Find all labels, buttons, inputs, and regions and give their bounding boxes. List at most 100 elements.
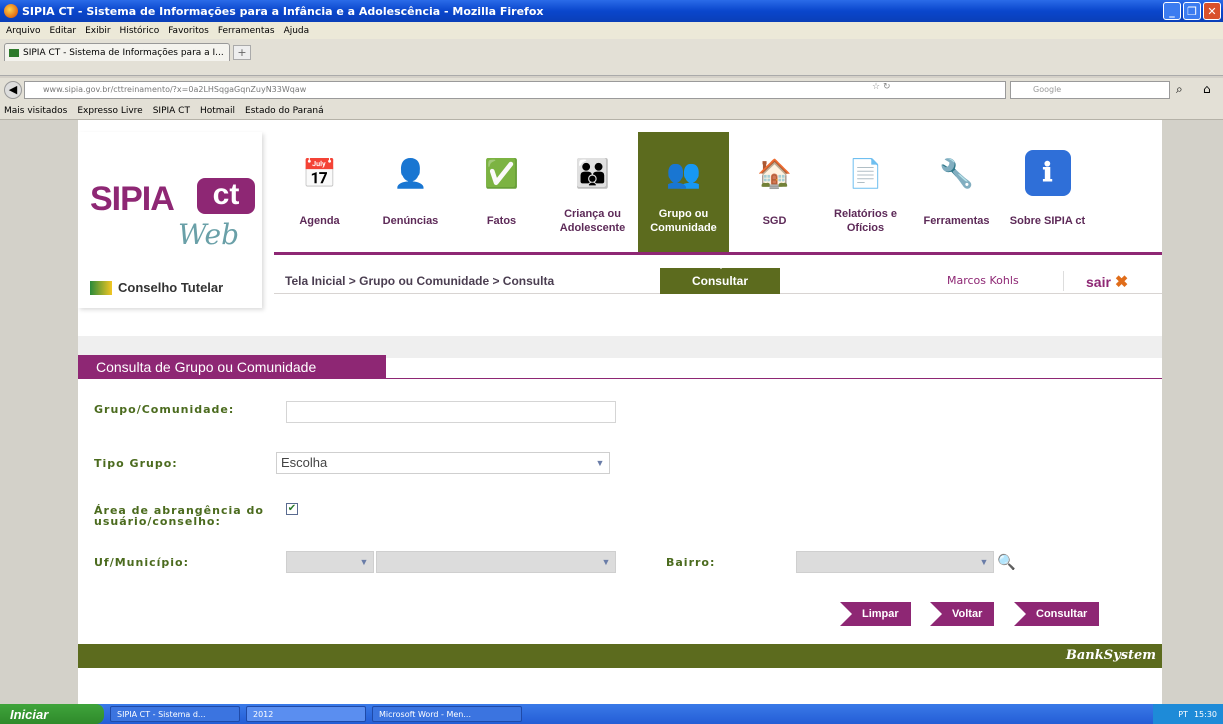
grupo-comunidade-input[interactable] <box>286 401 616 423</box>
menu-ajuda[interactable]: Ajuda <box>284 26 310 36</box>
bookmark-sipia-ct[interactable]: SIPIA CT <box>153 106 190 116</box>
bookmark-expresso-livre[interactable]: Expresso Livre <box>77 106 142 116</box>
voltar-button[interactable]: Voltar <box>930 602 995 626</box>
bookmark-estado-parana[interactable]: Estado do Paraná <box>245 106 324 116</box>
search-field[interactable]: Google <box>1010 81 1170 99</box>
person-desk-icon: 👤 <box>393 157 428 189</box>
menu-editar[interactable]: Editar <box>49 26 76 36</box>
navigation-bar: ◀ www.sipia.gov.br/cttreinamento/?x=0a2L… <box>0 78 1223 102</box>
chevron-down-icon: ▼ <box>601 557 611 567</box>
arrow-right-icon <box>840 602 852 626</box>
logo-sipia: SIPIA <box>90 180 175 218</box>
bookmark-star-icon[interactable]: ☆ <box>872 82 880 92</box>
tipo-grupo-label: Tipo Grupo: <box>94 457 178 470</box>
menu-ferramentas[interactable]: 🔧 Ferramentas <box>911 132 1002 254</box>
menu-historico[interactable]: Histórico <box>120 26 160 36</box>
menu-ferramentas[interactable]: Ferramentas <box>218 26 275 36</box>
menu-denuncias[interactable]: 👤 Denúncias <box>365 132 456 254</box>
menu-grupo-comunidade[interactable]: 👥 Grupo ou Comunidade <box>638 132 729 254</box>
clock: 15:30 <box>1193 709 1217 719</box>
bairro-select[interactable]: ▼ <box>796 551 994 573</box>
menu-sobre[interactable]: ℹ Sobre SIPIA ct <box>1002 132 1093 254</box>
tipo-grupo-value: Escolha <box>281 455 328 470</box>
maximize-button[interactable]: ❐ <box>1183 2 1201 20</box>
taskbar-item-folder[interactable]: 2012 <box>246 706 366 722</box>
menu-agenda[interactable]: 📅 Agenda <box>274 132 365 254</box>
footer-brand: BankSystem <box>1065 648 1156 663</box>
area-label-line2: usuário/conselho: <box>94 515 221 528</box>
taskbar-item-word[interactable]: Microsoft Word - Men... <box>372 706 522 722</box>
arrow-right-icon <box>1014 602 1026 626</box>
info-icon: ℹ <box>1024 150 1071 196</box>
logout-label: sair <box>1086 274 1111 290</box>
logo-ct: ct <box>197 178 255 214</box>
menu-label: Relatórios e Ofícios <box>834 208 897 234</box>
chevron-down-icon: ▼ <box>595 458 605 468</box>
url-bar[interactable]: www.sipia.gov.br/cttreinamento/?x=0a2LHS… <box>24 81 1006 99</box>
search-magnifier-icon[interactable]: ⌕ <box>1176 82 1183 97</box>
house-icon: 🏠 <box>757 157 792 189</box>
breadcrumb-bar: Tela Inicial > Grupo ou Comunidade > Con… <box>274 262 1162 294</box>
menu-label: Fatos <box>486 215 517 227</box>
logout-button[interactable]: sair ✖ <box>1086 272 1128 292</box>
browser-tab[interactable]: SIPIA CT - Sistema de Informações para a… <box>4 43 230 61</box>
start-button[interactable]: Iniciar <box>0 704 104 724</box>
close-button[interactable]: ✕ <box>1203 2 1221 20</box>
menu-sgd[interactable]: 🏠 SGD <box>729 132 820 254</box>
menu-favoritos[interactable]: Favoritos <box>168 26 209 36</box>
tab-title: SIPIA CT - Sistema de Informações para a… <box>23 47 224 58</box>
window-titlebar: SIPIA CT - Sistema de Informações para a… <box>0 0 1223 22</box>
menu-label: Agenda <box>299 215 340 227</box>
tab-consultar[interactable]: Consultar <box>660 262 780 294</box>
conselho-tutelar-label: Conselho Tutelar <box>90 280 223 295</box>
limpar-button[interactable]: Limpar <box>840 602 911 626</box>
chevron-down-icon: ▼ <box>979 557 989 567</box>
bookmark-hotmail[interactable]: Hotmail <box>200 106 235 116</box>
search-magnifier-icon[interactable]: 🔍 <box>997 553 1016 571</box>
uf-select[interactable]: ▼ <box>286 551 374 573</box>
breadcrumb[interactable]: Tela Inicial > Grupo ou Comunidade > Con… <box>285 274 554 288</box>
menu-fatos[interactable]: ✅ Fatos <box>456 132 547 254</box>
tipo-grupo-select[interactable]: Escolha ▼ <box>276 452 610 474</box>
firefox-icon <box>4 4 18 18</box>
url-bar-icons: ☆ ↻ <box>872 82 891 92</box>
municipio-select[interactable]: ▼ <box>376 551 616 573</box>
menu-label: Sobre SIPIA ct <box>1009 215 1086 227</box>
menu-exibir[interactable]: Exibir <box>85 26 110 36</box>
sipia-page: SIPIA ct Web Conselho Tutelar 📅 Agenda 👤… <box>78 120 1162 704</box>
reload-icon[interactable]: ↻ <box>883 82 891 92</box>
language-indicator[interactable]: PT <box>1178 710 1188 719</box>
home-icon[interactable]: ⌂ <box>1203 82 1211 96</box>
minimize-button[interactable]: _ <box>1163 2 1181 20</box>
divider <box>1063 271 1064 291</box>
back-button[interactable]: ◀ <box>4 81 22 99</box>
menu-relatorios[interactable]: 📄 Relatórios e Ofícios <box>820 132 911 254</box>
sipia-favicon-icon <box>9 48 19 57</box>
new-tab-button[interactable]: + <box>233 45 251 60</box>
menu-crianca-adolescente[interactable]: 👪 Criança ou Adolescente <box>547 132 638 254</box>
bookmark-mais-visitados[interactable]: Mais visitados <box>4 106 67 116</box>
menu-arquivo[interactable]: Arquivo <box>6 26 40 36</box>
search-placeholder: Google <box>1033 85 1062 94</box>
limpar-label: Limpar <box>862 608 899 620</box>
bairro-label: Bairro: <box>666 556 716 569</box>
menu-label: SGD <box>762 215 787 227</box>
menu-label: Ferramentas <box>923 215 990 227</box>
uf-municipio-label: Uf/Município: <box>94 556 190 569</box>
taskbar-item-label: SIPIA CT - Sistema d... <box>117 709 206 719</box>
children-icon: 👪 <box>575 157 610 189</box>
calendar-icon: 📅 <box>302 157 337 189</box>
browser-viewport: SIPIA ct Web Conselho Tutelar 📅 Agenda 👤… <box>0 120 1223 704</box>
logo-web: Web <box>178 218 239 251</box>
bookmarks-bar: Mais visitados Expresso Livre SIPIA CT H… <box>0 102 1223 120</box>
area-checkbox[interactable]: ✔ <box>286 503 298 515</box>
browser-menubar: Arquivo Editar Exibir Histórico Favorito… <box>0 22 1223 39</box>
form-title-rule <box>78 378 1162 379</box>
consultar-button[interactable]: Consultar <box>1014 602 1100 626</box>
conselho-text: Conselho Tutelar <box>118 280 224 295</box>
user-name: Marcos Kohls <box>947 274 1019 287</box>
taskbar-item-firefox[interactable]: SIPIA CT - Sistema d... <box>110 706 240 722</box>
documents-icon: 📄 <box>848 157 883 189</box>
menu-label: Criança ou Adolescente <box>559 208 626 234</box>
grupo-label: Grupo/Comunidade: <box>94 403 235 416</box>
